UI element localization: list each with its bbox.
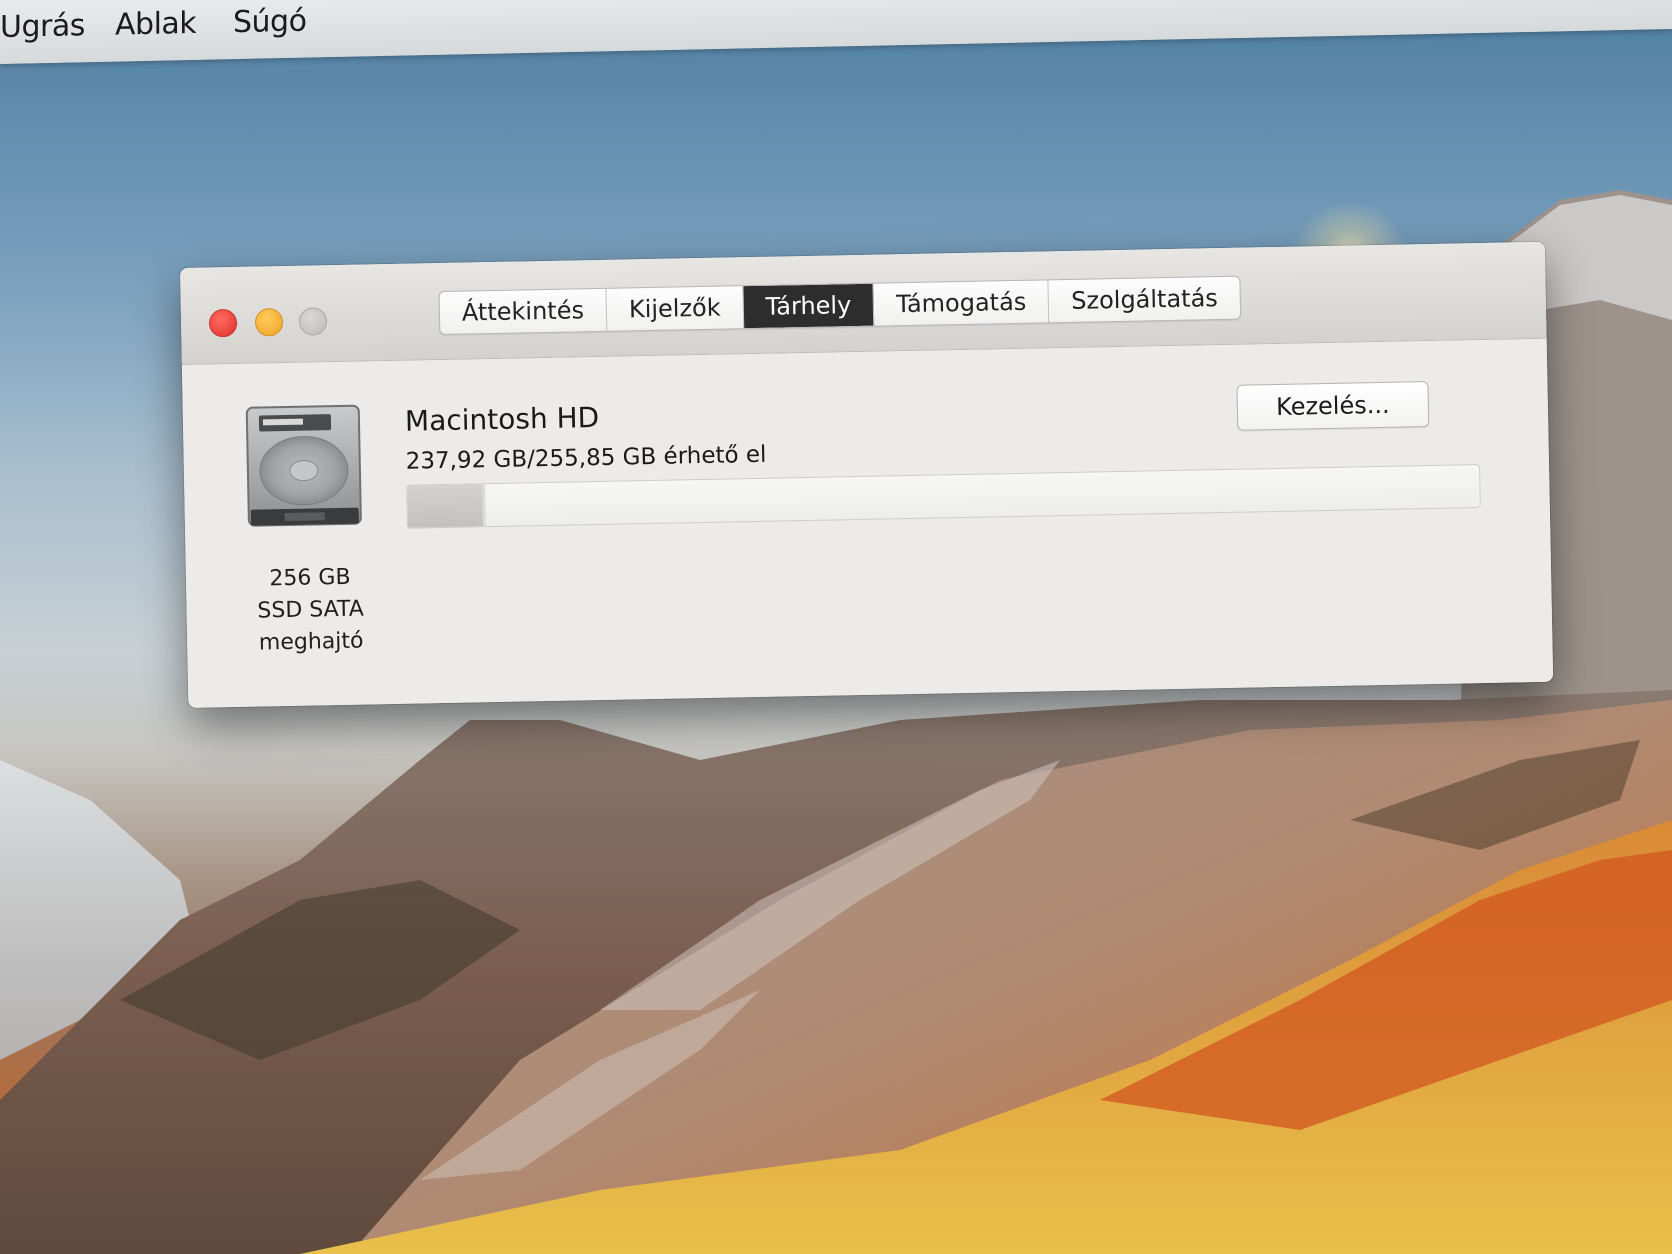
- storage-pane: 256 GB SSD SATA meghajtó Macintosh HD 23…: [181, 338, 1554, 708]
- disk-caption: 256 GB SSD SATA meghajtó: [230, 561, 392, 660]
- available-space-text: 237,92 GB/255,85 GB érhető el: [405, 441, 767, 475]
- disk-kind: meghajtó: [258, 628, 364, 656]
- manage-button[interactable]: Kezelés...: [1236, 381, 1430, 431]
- tab-attekintes[interactable]: Áttekintés: [439, 288, 608, 335]
- menu-ugras[interactable]: Ugrás: [0, 8, 85, 45]
- tab-tamogatas[interactable]: Támogatás: [873, 280, 1050, 326]
- menu-ablak[interactable]: Ablak: [115, 6, 196, 43]
- about-this-mac-window: Áttekintés Kijelzők Tárhely Támogatás Sz…: [180, 241, 1554, 708]
- tab-bar: Áttekintés Kijelzők Tárhely Támogatás Sz…: [438, 275, 1242, 336]
- disk-type: SSD SATA: [257, 596, 364, 624]
- storage-usage-bar: [406, 464, 1481, 529]
- tab-tarhely[interactable]: Tárhely: [743, 283, 875, 329]
- disk-capacity: 256 GB: [269, 564, 351, 592]
- tab-szolgaltatas[interactable]: Szolgáltatás: [1049, 277, 1240, 323]
- minimize-button[interactable]: [254, 308, 284, 337]
- storage-used-segment: [407, 484, 487, 528]
- desktop: Ugrás Ablak Súgó Áttekintés Kijelzők Tár…: [0, 0, 1672, 1254]
- menu-sugo[interactable]: Súgó: [233, 4, 306, 41]
- zoom-button[interactable]: [298, 307, 328, 336]
- close-button[interactable]: [208, 308, 238, 338]
- disk-name: Macintosh HD: [404, 400, 600, 438]
- hard-drive-icon: [245, 404, 362, 527]
- tab-kijelzok[interactable]: Kijelzők: [606, 286, 744, 331]
